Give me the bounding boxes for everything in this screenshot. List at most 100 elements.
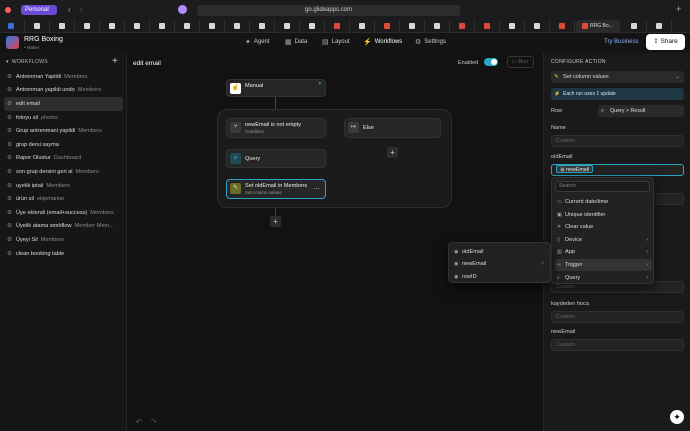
sidebar-item-workflow[interactable]: ⚙ Üye eklendi (email+success) Members [4, 206, 123, 220]
add-workflow-button[interactable]: + [112, 56, 118, 67]
browser-tab[interactable] [275, 20, 300, 32]
collapse-icon[interactable]: ▾ [6, 59, 9, 65]
help-sparkle-button[interactable]: ✦ [670, 410, 684, 424]
kaydeden-hoca-field[interactable]: Custom [551, 311, 684, 323]
forward-icon[interactable]: › [80, 5, 83, 15]
sidebar-item-workflow[interactable]: ⚙ fotoyu sil photos [4, 111, 123, 125]
browser-tab[interactable] [622, 20, 647, 32]
sidebar-item-workflow[interactable]: ⚙ clean booking table [4, 247, 123, 261]
query-icon: ⌕ [601, 108, 604, 114]
trigger-field-item[interactable]: ◉ newEmail ✓ [452, 258, 549, 270]
field-icon: ◉ [454, 273, 459, 280]
url-bar[interactable]: go.glideapps.com [197, 5, 460, 16]
browser-tab[interactable] [0, 20, 25, 32]
browser-tab[interactable] [525, 20, 550, 32]
browser-tab[interactable] [25, 20, 50, 32]
browser-chrome: Personal ‹ › go.glideapps.com + RRG Bo..… [0, 0, 690, 33]
value-chip[interactable]: ◉ newEmail [556, 165, 594, 173]
workflow-table-tag: Members [90, 209, 114, 216]
sidebar-item-workflow[interactable]: ⚙ ürün sil ekipmanlar [4, 192, 123, 206]
browser-tab-active[interactable]: RRG Bo... [576, 20, 620, 32]
browser-tab[interactable] [550, 20, 575, 32]
browser-tab[interactable] [325, 20, 350, 32]
browser-tab[interactable] [150, 20, 175, 32]
app-name[interactable]: RRG Boxing [24, 36, 63, 43]
data-icon: ▦ [285, 39, 292, 46]
sidebar-item-workflow[interactable]: ⚙ son grup dersini geri al Members [4, 165, 123, 179]
menu-item[interactable]: ▣ Unique identifier [555, 209, 652, 221]
action-type-select[interactable]: ✎ Set column values ⌄ [551, 71, 684, 83]
nav-settings[interactable]: ⚙ Settings [415, 38, 446, 46]
workflow-name: Üye eklendi (email+success) [15, 209, 88, 216]
trigger-node-manual[interactable]: ☝ Manual ✦ [226, 79, 326, 97]
menu-item[interactable]: ▥ App › [555, 246, 652, 258]
sidebar-item-workflow[interactable]: ⚙ grup dersi sayma [4, 138, 123, 152]
menu-item[interactable]: ✕ Clear value [555, 221, 652, 233]
browser-tab[interactable] [375, 20, 400, 32]
trigger-field-item[interactable]: ◉ rowID [452, 271, 549, 283]
menu-search-input[interactable]: Search [555, 181, 650, 192]
extension-icon[interactable] [178, 5, 187, 14]
row-label: Row [551, 108, 563, 114]
sidebar-item-workflow[interactable]: ⚙ uyelik iptali Members [4, 179, 123, 193]
sidebar-item-workflow[interactable]: ⚙ Üyelik atama workflow Member Mem... [4, 220, 123, 234]
sidebar-item-workflow[interactable]: ⚙ edit email [4, 97, 123, 111]
browser-tab[interactable] [300, 20, 325, 32]
browser-tab[interactable] [125, 20, 150, 32]
enabled-toggle[interactable] [484, 58, 498, 66]
redo-icon[interactable]: ↷ [151, 418, 157, 426]
condition-node[interactable]: ⑂ newEmail is not empty Condition [226, 118, 326, 138]
edit-icon: ✎ [554, 74, 559, 80]
gear-icon: ⚙ [7, 209, 12, 216]
sidebar-item-workflow[interactable]: ⚙ Rapor Olustur Dashboard [4, 152, 123, 166]
nav-workflows[interactable]: ⚡ Workflows [363, 38, 402, 46]
try-business-link[interactable]: Try Business [604, 39, 638, 45]
trigger-field-item[interactable]: ◉ oldEmail [452, 246, 549, 258]
browser-tab[interactable] [475, 20, 500, 32]
browser-tab[interactable] [200, 20, 225, 32]
menu-item[interactable]: ⇨ Trigger › [555, 259, 652, 271]
browser-tab[interactable] [450, 20, 475, 32]
menu-item[interactable]: ▭ Current date/time [555, 196, 652, 208]
sidebar-item-workflow[interactable]: ⚙ Grup antrenmani yapildi Members [4, 124, 123, 138]
set-column-node[interactable]: ✎ Set oldEmail in Members Set column val… [226, 179, 326, 199]
share-button[interactable]: ⇪ Share [646, 34, 685, 50]
sidebar-item-workflow[interactable]: ⚙ Üyeyi Sil Members [4, 233, 123, 247]
nav-agent[interactable]: ✦ Agent [245, 38, 270, 46]
nav-data[interactable]: ▦ Data [285, 38, 307, 46]
query-node[interactable]: ⌕ Query [226, 149, 326, 168]
name-field[interactable]: Custom [551, 135, 684, 147]
browser-tab[interactable] [400, 20, 425, 32]
profile-switcher[interactable]: Personal [21, 5, 57, 15]
undo-icon[interactable]: ↶ [136, 418, 142, 426]
row-source-select[interactable]: ⌕ Query > Result [598, 105, 684, 117]
add-tab-icon[interactable]: + [676, 5, 685, 14]
browser-tab[interactable] [50, 20, 75, 32]
back-icon[interactable]: ‹ [68, 5, 71, 15]
menu-item[interactable]: ▯ Device › [555, 234, 652, 246]
browser-tab[interactable] [425, 20, 450, 32]
newemail-field[interactable]: Custom [551, 339, 684, 351]
menu-item[interactable]: ⌕ Query › [555, 272, 652, 284]
close-window-button[interactable] [5, 7, 11, 13]
query-icon: ⌕ [230, 153, 241, 164]
browser-tab[interactable] [350, 20, 375, 32]
sidebar-item-workflow[interactable]: ⚙ Antrenman Yapildi Members [4, 70, 123, 84]
gear-icon: ⚙ [7, 128, 12, 135]
run-button[interactable]: ▷ Run [507, 56, 534, 68]
workflow-name: Grup antrenmani yapildi [15, 128, 76, 135]
browser-tab[interactable] [500, 20, 525, 32]
nav-layout[interactable]: ▤ Layout [322, 38, 350, 46]
browser-tab[interactable] [175, 20, 200, 32]
add-step-main[interactable]: + [270, 216, 281, 227]
oldemail-field[interactable]: ◉ newEmail [551, 164, 684, 176]
browser-tab[interactable] [250, 20, 275, 32]
browser-tab[interactable] [75, 20, 100, 32]
sidebar-item-workflow[interactable]: ⚙ Antrenman yapildi undo Members [4, 84, 123, 98]
browser-tab[interactable] [225, 20, 250, 32]
more-icon[interactable]: ⋯ [313, 185, 320, 193]
else-node[interactable]: ↦ Else [344, 118, 441, 138]
browser-tab[interactable] [647, 20, 672, 32]
add-step-else[interactable]: + [387, 147, 398, 158]
browser-tab[interactable] [100, 20, 125, 32]
